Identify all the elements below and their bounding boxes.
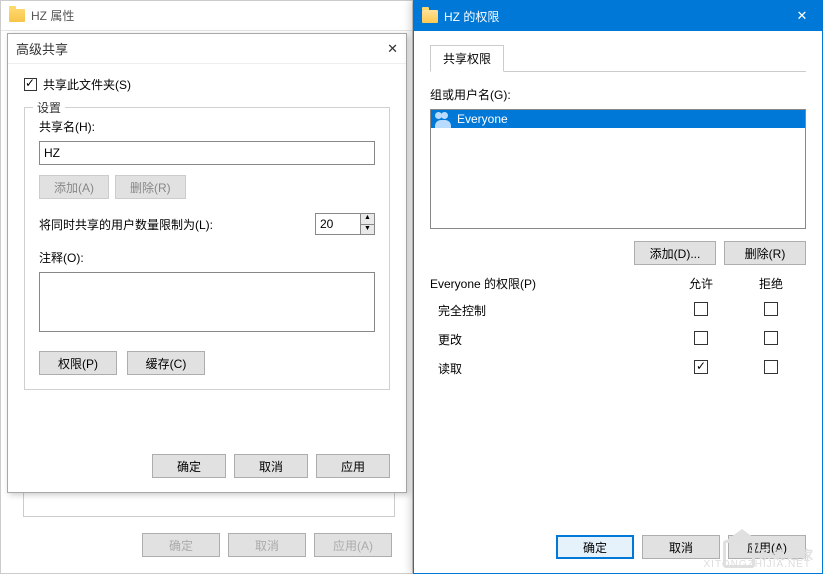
perm-header-name: Everyone 的权限(P) [430,271,666,296]
close-icon[interactable]: ✕ [387,41,398,57]
advanced-sharing-dialog: 高级共享 ✕ 共享此文件夹(S) 设置 共享名(H): 添加(A) 删除(R) … [7,33,407,493]
add-share-button[interactable]: 添加(A) [39,175,109,199]
add-user-button[interactable]: 添加(D)... [634,241,716,265]
permissions-title: HZ 的权限 [444,8,782,25]
permissions-titlebar[interactable]: HZ 的权限 [414,1,822,31]
permissions-footer: 确定 取消 应用(A) [556,535,806,559]
perm-ok-button[interactable]: 确定 [556,535,634,559]
remove-user-button[interactable]: 删除(R) [724,241,806,265]
props-ok-button-back[interactable]: 确定 [142,533,220,557]
list-item[interactable]: Everyone [431,110,805,128]
properties-title: HZ 属性 [31,7,74,24]
advanced-sharing-titlebar[interactable]: 高级共享 ✕ [8,34,406,64]
spinner-down-icon[interactable]: ▼ [361,225,374,235]
table-row: 读取 [430,354,806,383]
permissions-button[interactable]: 权限(P) [39,351,117,375]
adv-apply-button[interactable]: 应用 [316,454,390,478]
allow-checkbox[interactable] [694,302,708,316]
deny-checkbox[interactable] [764,302,778,316]
allow-checkbox[interactable] [694,360,708,374]
tab-share-permissions[interactable]: 共享权限 [430,45,504,72]
tab-strip: 共享权限 [430,45,806,72]
comment-label: 注释(O): [39,249,375,266]
properties-dialog: HZ 属性 确定 取消 应用(A) 高级共享 ✕ 共享此文件夹(S) 设置 共享… [0,0,413,574]
permissions-dialog: HZ 的权限 共享权限 组或用户名(G): Everyone 添加(D)... … [413,0,823,574]
perm-cancel-button[interactable]: 取消 [642,535,720,559]
deny-checkbox[interactable] [764,331,778,345]
settings-label: 设置 [33,99,65,116]
remove-share-button[interactable]: 删除(R) [115,175,186,199]
folder-icon [422,10,438,23]
table-row: 完全控制 [430,296,806,325]
list-item-label: Everyone [457,112,508,126]
watermark-sub: XITONGZHIJIA.NET [704,559,812,570]
perm-row-label: 读取 [430,354,666,383]
advanced-sharing-body: 共享此文件夹(S) 设置 共享名(H): 添加(A) 删除(R) 将同时共享的用… [8,64,406,412]
comment-textarea[interactable] [39,272,375,332]
adv-ok-button[interactable]: 确定 [152,454,226,478]
perm-apply-button[interactable]: 应用(A) [728,535,806,559]
close-icon[interactable] [782,1,822,31]
share-folder-checkbox-row[interactable]: 共享此文件夹(S) [24,76,390,93]
deny-checkbox[interactable] [764,360,778,374]
cache-button[interactable]: 缓存(C) [127,351,205,375]
perm-header-deny: 拒绝 [736,271,806,296]
perm-row-label: 更改 [430,325,666,354]
table-row: 更改 [430,325,806,354]
settings-fieldset: 设置 共享名(H): 添加(A) 删除(R) 将同时共享的用户数量限制为(L):… [24,107,390,390]
advanced-sharing-title: 高级共享 [16,39,68,58]
properties-footer: 确定 取消 应用(A) [142,533,392,557]
allow-checkbox[interactable] [694,331,708,345]
people-icon [435,112,451,126]
spinner-up-icon[interactable]: ▲ [361,214,374,225]
share-folder-checkbox[interactable] [24,78,37,91]
perm-row-label: 完全控制 [430,296,666,325]
perm-header-allow: 允许 [666,271,736,296]
props-cancel-button-back[interactable]: 取消 [228,533,306,557]
share-name-label: 共享名(H): [39,118,375,135]
user-limit-input[interactable] [316,214,360,234]
folder-icon [9,9,25,22]
users-listbox[interactable]: Everyone [430,109,806,229]
share-folder-label: 共享此文件夹(S) [43,76,131,93]
permissions-body: 共享权限 组或用户名(G): Everyone 添加(D)... 删除(R) E… [414,31,822,397]
share-name-input[interactable] [39,141,375,165]
user-limit-label: 将同时共享的用户数量限制为(L): [39,216,213,233]
user-limit-spinner[interactable]: ▲ ▼ [315,213,375,235]
props-apply-button-back[interactable]: 应用(A) [314,533,392,557]
adv-cancel-button[interactable]: 取消 [234,454,308,478]
permissions-table: Everyone 的权限(P) 允许 拒绝 完全控制 更改 读取 [430,271,806,383]
group-users-label: 组或用户名(G): [430,86,806,103]
advanced-footer: 确定 取消 应用 [152,454,390,478]
properties-titlebar[interactable]: HZ 属性 [1,1,412,31]
